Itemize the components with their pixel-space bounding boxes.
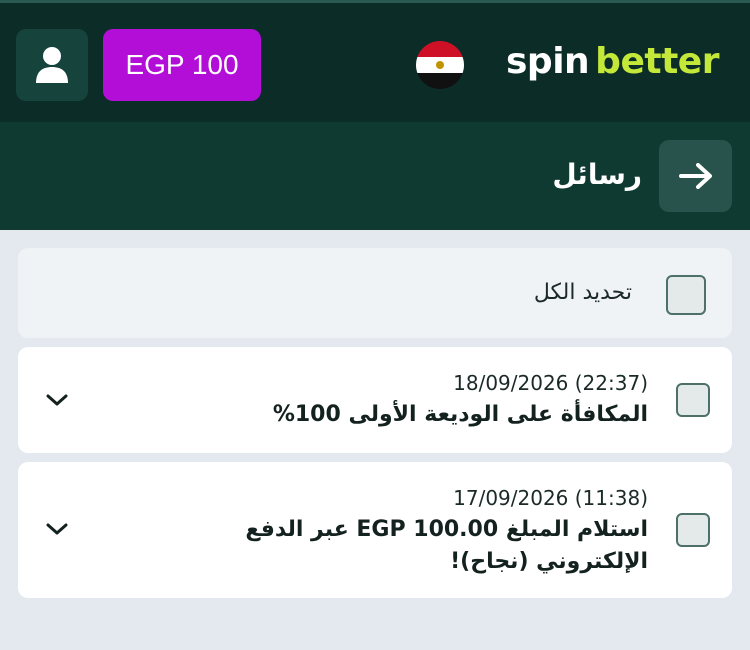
message-text: استلام المبلغ EGP 100.00 عبر الدفع الإلك… [245, 517, 648, 574]
message-text: المكافأة على الوديعة الأولى 100% [272, 402, 648, 427]
back-button[interactable] [659, 140, 732, 212]
user-icon [36, 47, 68, 83]
message-item[interactable]: 18/09/2026 (22:37) المكافأة على الوديعة … [18, 347, 732, 453]
message-checkbox[interactable] [676, 383, 710, 417]
page-title: رسائل [552, 158, 642, 191]
arrow-right-icon [678, 163, 712, 189]
select-all-checkbox[interactable] [666, 275, 706, 315]
top-bar: EGP 100 spin better [0, 0, 750, 122]
egypt-flag-icon[interactable] [416, 41, 464, 89]
message-checkbox[interactable] [676, 513, 710, 547]
balance-button[interactable]: EGP 100 [103, 29, 261, 101]
chevron-down-icon[interactable] [42, 385, 72, 415]
user-button[interactable] [16, 29, 88, 101]
chevron-down-icon[interactable] [42, 514, 72, 544]
logo-spin-text: spin [506, 41, 590, 82]
message-item[interactable]: 17/09/2026 (11:38) استلام المبلغ EGP 100… [18, 462, 732, 598]
select-all-row[interactable]: تحديد الكل [18, 248, 732, 338]
message-date: 18/09/2026 (22:37) [453, 371, 648, 395]
message-date: 17/09/2026 (11:38) [453, 486, 648, 510]
spinbetter-logo[interactable]: spin better [506, 41, 719, 91]
select-all-label: تحديد الكل [533, 280, 632, 305]
logo-better-text: better [595, 41, 719, 82]
